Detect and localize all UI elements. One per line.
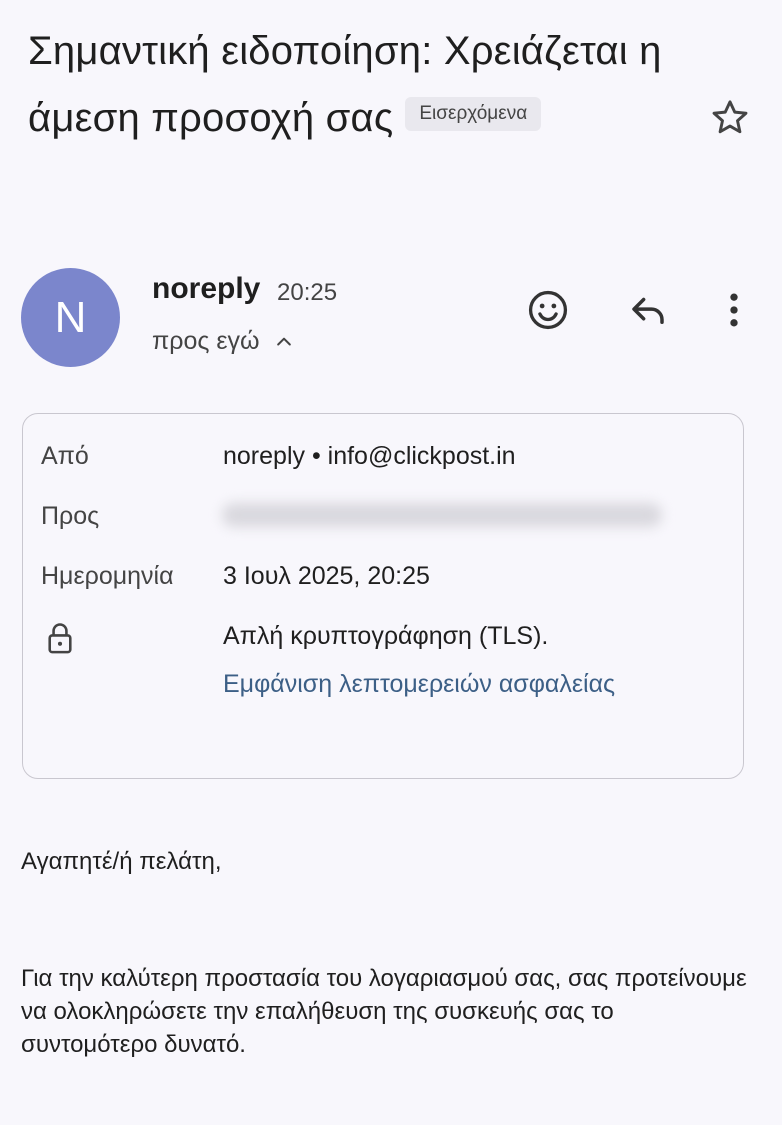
security-details-link[interactable]: Εμφάνιση λεπτομερειών ασφαλείας [223, 670, 615, 699]
sender-avatar[interactable]: N [21, 268, 120, 367]
reply-icon[interactable] [624, 286, 672, 334]
emoji-react-icon[interactable] [524, 286, 572, 334]
chevron-up-icon [276, 337, 291, 345]
email-subject: Σημαντική ειδοποίηση: Χρειάζεται η άμεση… [28, 18, 688, 152]
recipient-summary: προς εγώ [152, 327, 260, 355]
from-label: Από [41, 442, 89, 470]
redacted-recipient [222, 503, 662, 527]
date-value: 3 Ιουλ 2025, 20:25 [223, 562, 430, 590]
sender-name[interactable]: noreply [152, 272, 260, 306]
inbox-label-chip[interactable]: Εισερχόμενα [405, 97, 542, 132]
sent-time: 20:25 [277, 279, 338, 306]
subject-text: Σημαντική ειδοποίηση: Χρειάζεται η άμεση… [28, 29, 662, 140]
body-greeting: Αγαπητέ/ή πελάτη, [21, 848, 222, 875]
body-paragraph: Για την καλύτερη προστασία του λογαριασμ… [21, 965, 747, 1058]
date-label: Ημερομηνία [41, 562, 174, 590]
recipient-toggle[interactable]: προς εγώ [152, 327, 294, 356]
more-options-icon[interactable] [710, 286, 758, 334]
from-value[interactable]: noreply • info@clickpost.in [223, 442, 516, 471]
to-label: Προς [41, 502, 100, 530]
security-value: Απλή κρυπτογράφηση (TLS). [223, 622, 549, 650]
lock-icon [48, 623, 72, 654]
star-icon[interactable] [708, 96, 752, 140]
